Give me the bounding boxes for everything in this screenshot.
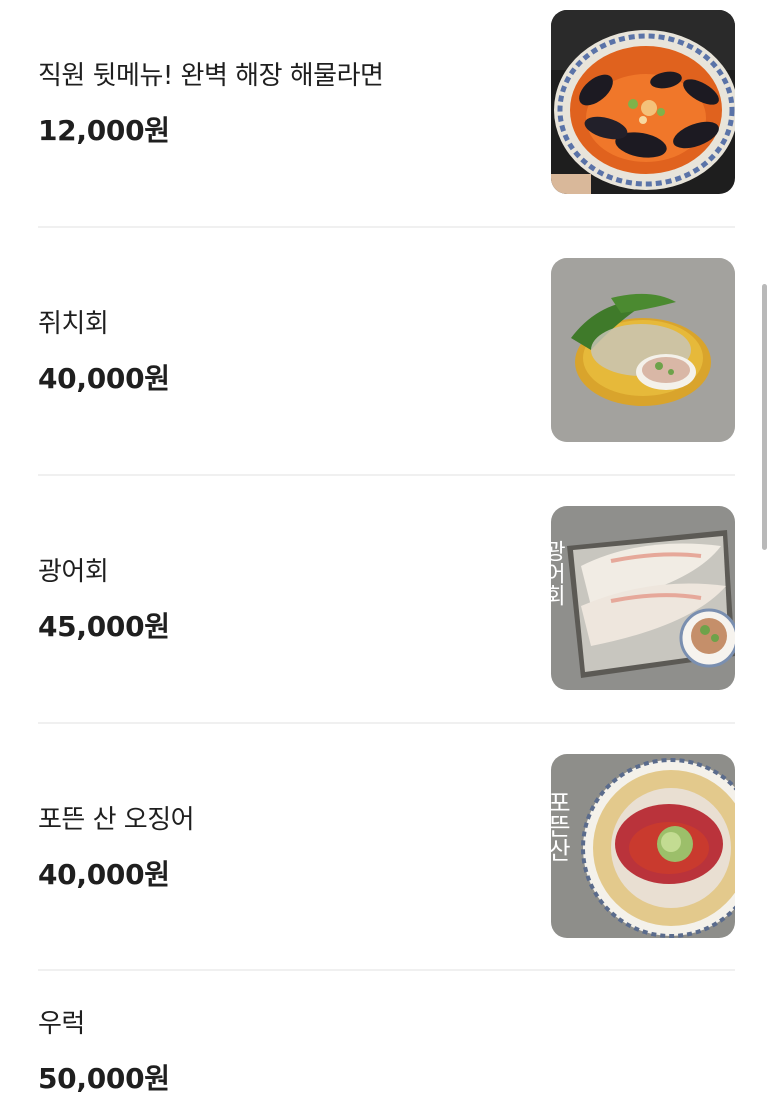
menu-item-photo[interactable]: 포뜬산: [551, 754, 735, 938]
menu-item-photo[interactable]: [551, 10, 735, 194]
menu-item[interactable]: 직원 뒷메뉴! 완벽 해장 해물라면 12,000원: [38, 10, 735, 194]
menu-item-price: 50,000원: [38, 1062, 170, 1095]
menu-item[interactable]: 우럭 50,000원: [38, 1000, 735, 1115]
menu-item[interactable]: 광어회 45,000원 광어회: [38, 506, 735, 690]
menu-item[interactable]: 쥐치회 40,000원: [38, 258, 735, 442]
image-overlay-text: 광어회: [551, 540, 566, 606]
menu-item-name: 쥐치회: [38, 309, 109, 339]
divider: [38, 226, 735, 228]
scrollbar-thumb[interactable]: [762, 284, 767, 550]
image-overlay-text: 포뜬산: [551, 790, 571, 862]
menu-item-name: 광어회: [38, 557, 109, 587]
filefish-sashimi-image: [551, 258, 735, 442]
menu-item-info: 쥐치회 40,000원: [38, 308, 518, 396]
flatfish-sashimi-image: 광어회: [551, 506, 735, 690]
divider: [38, 722, 735, 724]
menu-item-info: 우럭 50,000원: [38, 1008, 518, 1096]
menu-item-info: 포뜬 산 오징어 40,000원: [38, 804, 518, 892]
menu-item-photo[interactable]: 광어회: [551, 506, 735, 690]
seafood-ramen-image: [551, 10, 735, 194]
menu-item-name: 포뜬 산 오징어: [38, 805, 195, 835]
menu-item-price: 40,000원: [38, 858, 170, 891]
menu-item-price: 40,000원: [38, 362, 170, 395]
live-squid-image: 포뜬산: [551, 754, 735, 938]
divider: [38, 969, 735, 971]
menu-item-name: 직원 뒷메뉴! 완벽 해장 해물라면: [38, 61, 384, 91]
divider: [38, 474, 735, 476]
menu-item-price: 45,000원: [38, 610, 170, 643]
menu-item-info: 광어회 45,000원: [38, 556, 518, 644]
menu-item[interactable]: 포뜬 산 오징어 40,000원 포뜬산: [38, 754, 735, 938]
menu-item-info: 직원 뒷메뉴! 완벽 해장 해물라면 12,000원: [38, 60, 518, 148]
menu-item-name: 우럭: [38, 1009, 85, 1039]
menu-item-price: 12,000원: [38, 114, 170, 147]
menu-item-photo[interactable]: [551, 258, 735, 442]
